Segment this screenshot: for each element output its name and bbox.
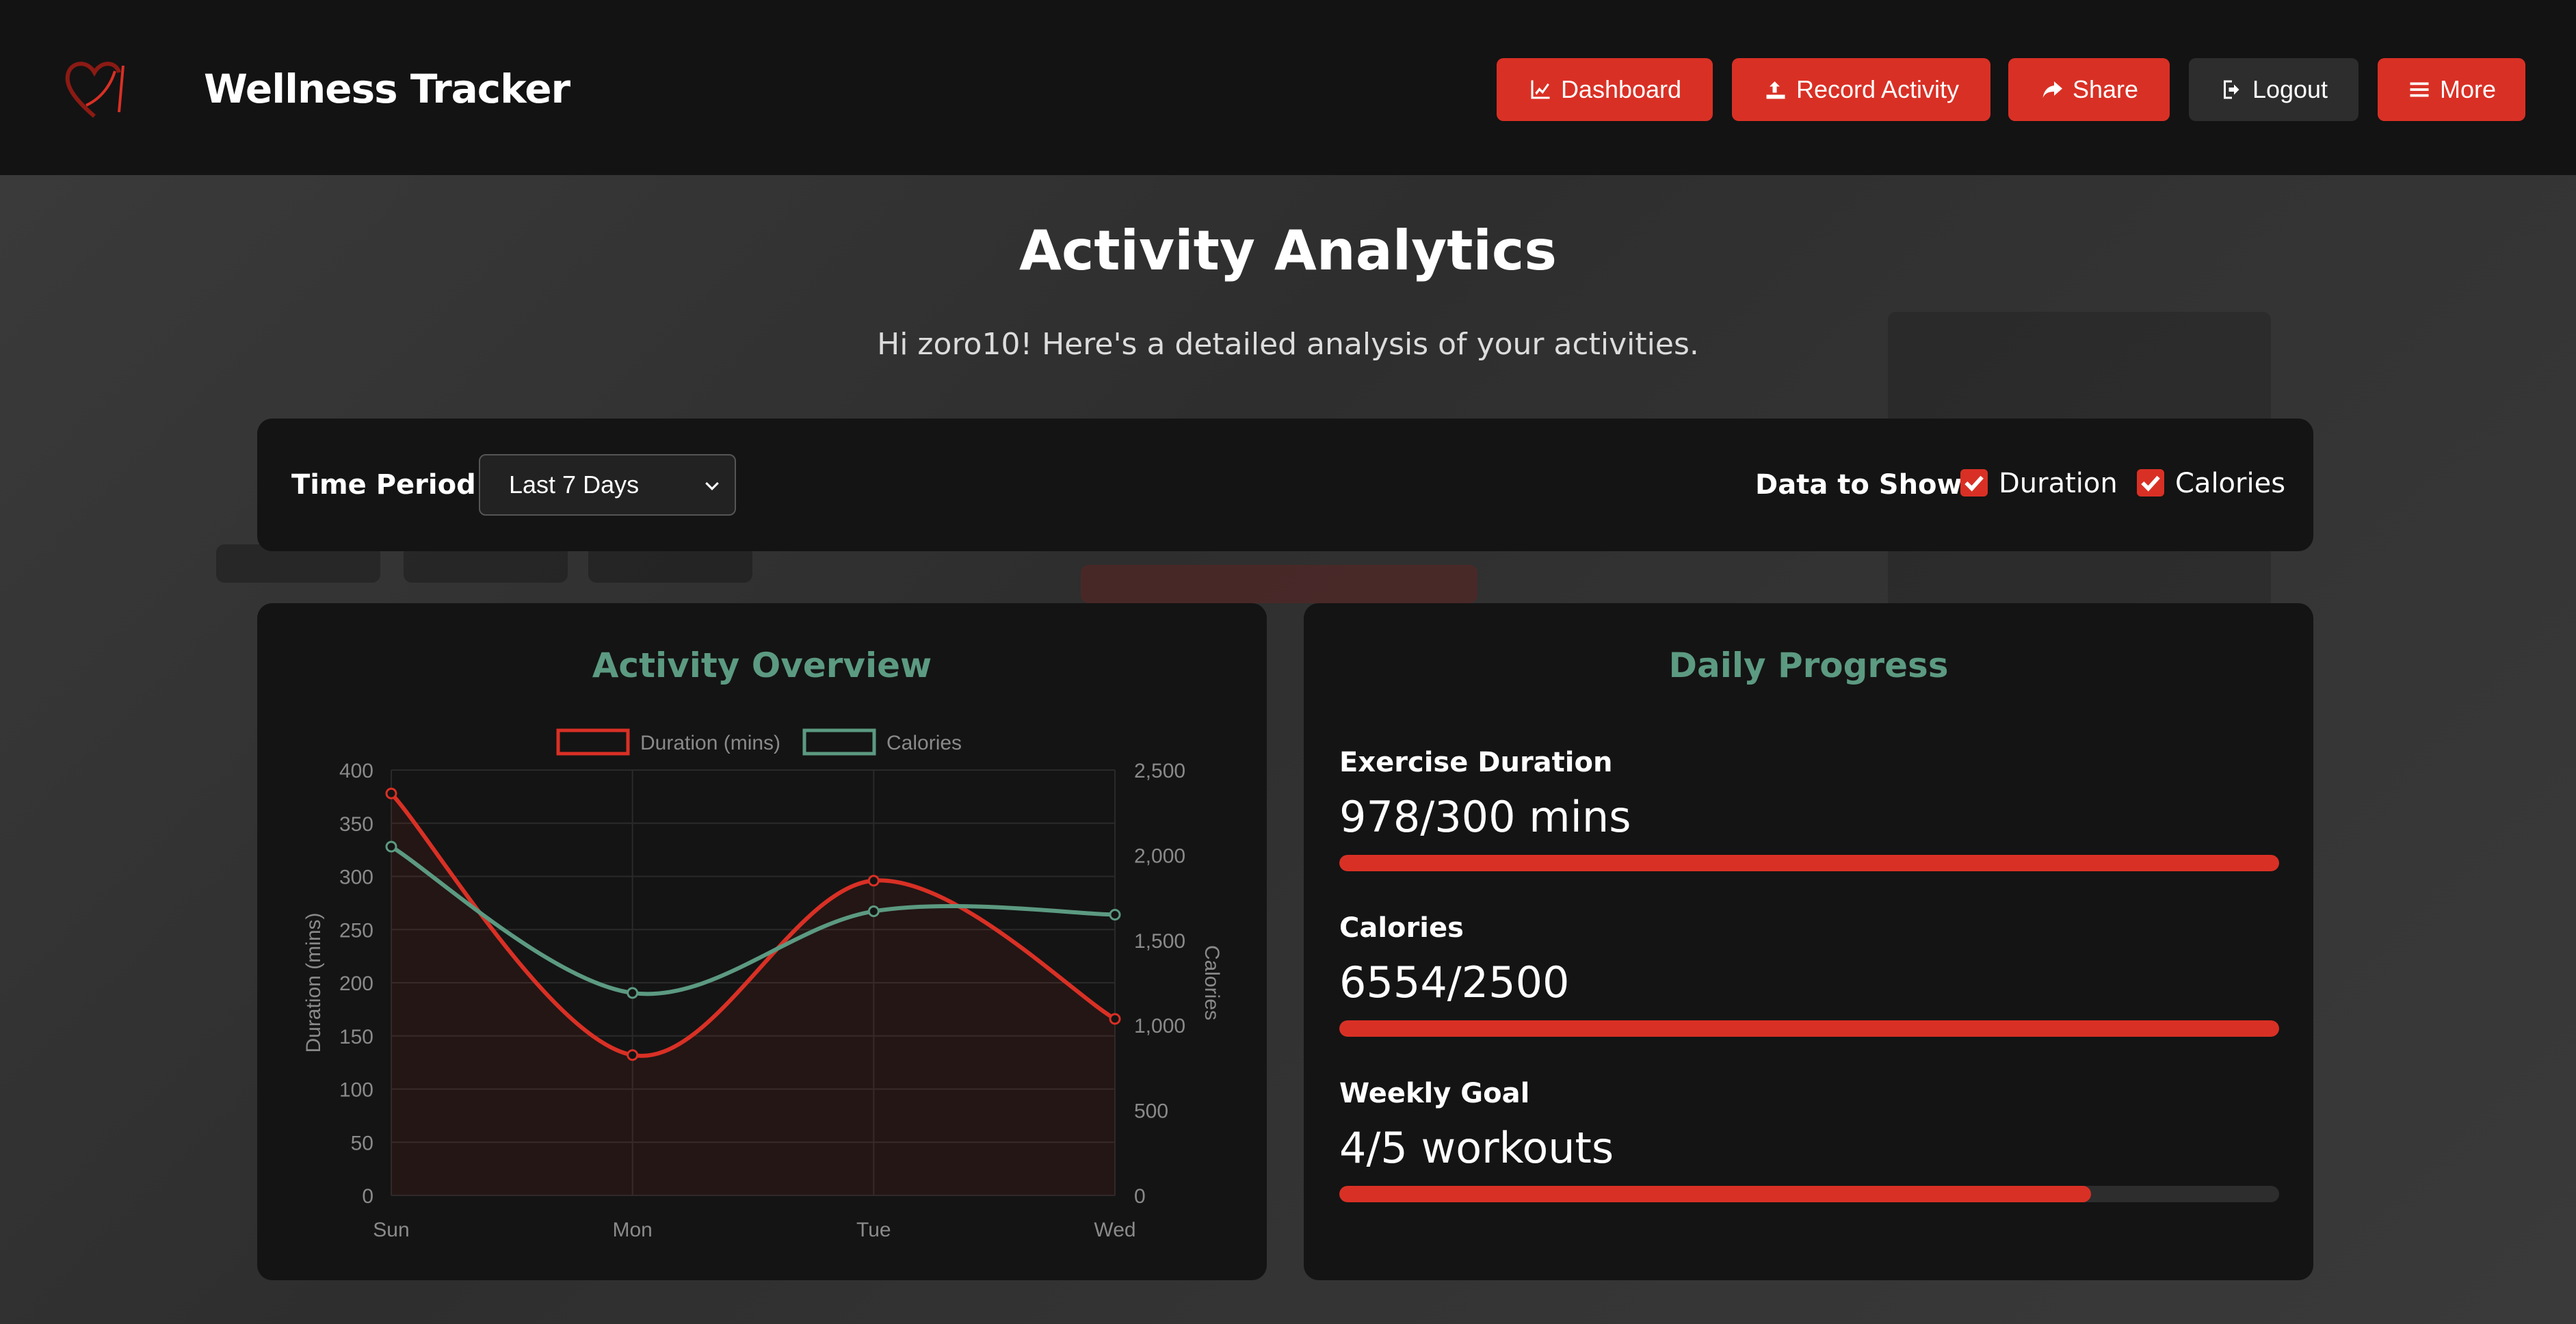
legend-swatch (556, 728, 630, 756)
activity-overview-card: Activity Overview 0 50 100 150 200 250 300 350 4… (257, 603, 1267, 1280)
page-title: Activity Analytics (1019, 219, 1557, 282)
exercise-duration-label: Exercise Duration (1339, 747, 1613, 778)
chart-line-icon (1531, 80, 1550, 99)
weekly-goal-value: 4/5 workouts (1339, 1123, 1614, 1173)
x-tick-label: Tue (856, 1219, 891, 1241)
calories-progress-bar (1339, 1020, 2279, 1037)
legend-label: Duration (mins) (640, 732, 780, 754)
record-activity-button[interactable]: Record Activity (1732, 58, 1990, 121)
calories-progress-label: Calories (1339, 912, 1464, 944)
x-tick-label: Sun (373, 1219, 409, 1241)
dashboard-label: Dashboard (1560, 75, 1682, 103)
y-tick-label: 300 (339, 866, 373, 889)
y-tick-label: 0 (362, 1185, 373, 1208)
time-period-select[interactable]: Last 7 Days (479, 454, 736, 516)
weekly-goal-label: Weekly Goal (1339, 1078, 1530, 1109)
y-tick-label: 250 (339, 919, 373, 942)
heart-logo-icon (65, 62, 124, 118)
y2-tick-label: 1,000 (1134, 1015, 1185, 1037)
calories-point (385, 840, 397, 853)
share-button[interactable]: Share (2008, 58, 2170, 121)
y-axis-title: Duration (mins) (302, 912, 325, 1052)
weekly-goal-bar (1339, 1186, 2279, 1202)
duration-point (385, 787, 397, 799)
logout-icon (2223, 80, 2239, 99)
exercise-duration-bar (1339, 855, 2279, 871)
duration-checkbox[interactable] (1960, 469, 1988, 496)
activity-chart: 0 50 100 150 200 250 300 350 400 0 500 1,000 1,500 2,… (302, 728, 1223, 1241)
x-tick-label: Mon (612, 1219, 652, 1241)
page-subtitle: Hi zoro10! Here's a detailed analysis of… (877, 327, 1699, 362)
daily-progress-card: Daily Progress Exercise Duration 978/300… (1304, 603, 2313, 1280)
calories-progress-value: 6554/2500 (1339, 957, 1570, 1007)
logout-label: Logout (2252, 75, 2328, 103)
y2-tick-label: 500 (1134, 1100, 1168, 1123)
exercise-duration-value: 978/300 mins (1339, 792, 1631, 842)
y2-axis-title: Calories (1200, 945, 1223, 1020)
more-label: More (2439, 75, 2497, 103)
menu-icon (2410, 82, 2429, 97)
time-period-label: Time Period: (291, 469, 487, 501)
y2-tick-label: 0 (1134, 1185, 1146, 1208)
checkmark-icon (2141, 475, 2160, 492)
filter-bar: Time Period: Last 7 Days Data to Show: D… (257, 419, 2313, 551)
duration-area (391, 793, 1115, 1195)
y2-tick-label: 2,500 (1134, 760, 1185, 782)
calories-checkbox-label[interactable]: Calories (2175, 468, 2285, 499)
y-tick-label: 150 (339, 1026, 373, 1048)
data-to-show-label: Data to Show: (1755, 469, 1973, 501)
chevron-down-icon (705, 481, 719, 490)
weekly-goal-fill (1339, 1186, 2092, 1202)
y2-tick-label: 1,500 (1134, 930, 1185, 953)
calories-point (627, 987, 639, 999)
calories-checkbox[interactable] (2137, 469, 2164, 496)
duration-point (1109, 1013, 1121, 1025)
duration-point (627, 1049, 639, 1061)
top-navbar: Wellness Tracker Dashboard Record Activi… (0, 0, 2576, 175)
legend-swatch (802, 728, 876, 756)
duration-point (867, 875, 880, 887)
y-tick-label: 400 (339, 760, 373, 782)
more-button[interactable]: More (2378, 58, 2525, 121)
time-period-value: Last 7 Days (509, 471, 640, 499)
y-tick-label: 200 (339, 972, 373, 995)
legend-label: Calories (886, 732, 962, 754)
calories-progress-fill (1339, 1020, 2279, 1037)
dashboard-button[interactable]: Dashboard (1497, 58, 1713, 121)
exercise-duration-fill (1339, 855, 2279, 871)
calories-point (867, 905, 880, 918)
checkmark-icon (1964, 475, 1984, 492)
x-tick-label: Wed (1094, 1219, 1135, 1241)
record-activity-label: Record Activity (1796, 75, 1960, 103)
y-tick-label: 350 (339, 813, 373, 836)
calories-point (1109, 908, 1121, 921)
logout-button[interactable]: Logout (2189, 58, 2358, 121)
upload-icon (1766, 81, 1785, 99)
share-label: Share (2072, 75, 2139, 103)
y-tick-label: 100 (339, 1079, 373, 1102)
share-icon (2042, 81, 2062, 98)
duration-checkbox-label[interactable]: Duration (1999, 468, 2118, 499)
y2-tick-label: 2,000 (1134, 845, 1185, 867)
daily-progress-title: Daily Progress (1668, 646, 1949, 685)
y-tick-label: 50 (351, 1132, 373, 1154)
app-title: Wellness Tracker (204, 66, 570, 112)
